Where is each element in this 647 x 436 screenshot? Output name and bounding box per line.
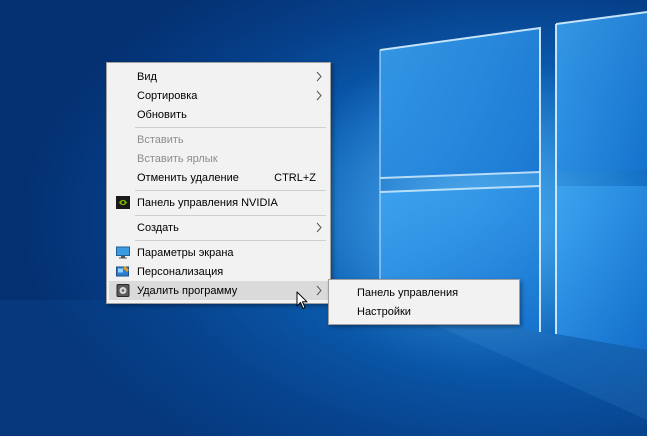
menu-item-sort[interactable]: Сортировка (109, 86, 328, 105)
desktop-context-menu: Вид Сортировка Обновить Вставить Вставит… (106, 62, 331, 304)
menu-item-personalization[interactable]: Персонализация (109, 262, 328, 281)
uninstall-submenu: Панель управления Настройки (328, 279, 520, 325)
menu-separator (135, 240, 326, 241)
menu-item-undo-delete[interactable]: Отменить удаление CTRL+Z (109, 168, 328, 187)
menu-item-label: Удалить программу (137, 284, 238, 297)
submenu-item-label: Настройки (357, 305, 411, 318)
chevron-right-icon (316, 71, 322, 82)
chevron-right-icon (316, 90, 322, 101)
menu-item-display-settings[interactable]: Параметры экрана (109, 243, 328, 262)
menu-item-label: Панель управления NVIDIA (137, 196, 278, 209)
menu-item-nvidia-control-panel[interactable]: Панель управления NVIDIA (109, 193, 328, 212)
chevron-right-icon (316, 222, 322, 233)
menu-item-label: Сортировка (137, 89, 198, 102)
menu-item-label: Вид (137, 70, 157, 83)
menu-item-label: Персонализация (137, 265, 224, 278)
uninstall-icon (116, 284, 130, 297)
personalization-icon (116, 266, 129, 277)
menu-item-paste[interactable]: Вставить (109, 130, 328, 149)
submenu-item-label: Панель управления (357, 286, 459, 299)
menu-item-label: Обновить (137, 108, 187, 121)
menu-item-label: Вставить (137, 133, 184, 146)
menu-item-label: Параметры экрана (137, 246, 234, 259)
menu-separator (135, 190, 326, 191)
menu-item-refresh[interactable]: Обновить (109, 105, 328, 124)
menu-separator (135, 215, 326, 216)
submenu-item-control-panel[interactable]: Панель управления (331, 283, 517, 302)
menu-item-label: Вставить ярлык (137, 152, 218, 165)
nvidia-icon (116, 196, 130, 209)
menu-item-shortcut: CTRL+Z (274, 171, 316, 184)
menu-item-view[interactable]: Вид (109, 67, 328, 86)
chevron-right-icon (316, 285, 322, 296)
mouse-pointer-icon (296, 291, 308, 309)
submenu-item-settings[interactable]: Настройки (331, 302, 517, 321)
menu-item-label: Отменить удаление (137, 171, 239, 184)
menu-item-paste-shortcut[interactable]: Вставить ярлык (109, 149, 328, 168)
menu-item-new[interactable]: Создать (109, 218, 328, 237)
display-icon (116, 246, 130, 259)
menu-separator (135, 127, 326, 128)
menu-item-label: Создать (137, 221, 179, 234)
